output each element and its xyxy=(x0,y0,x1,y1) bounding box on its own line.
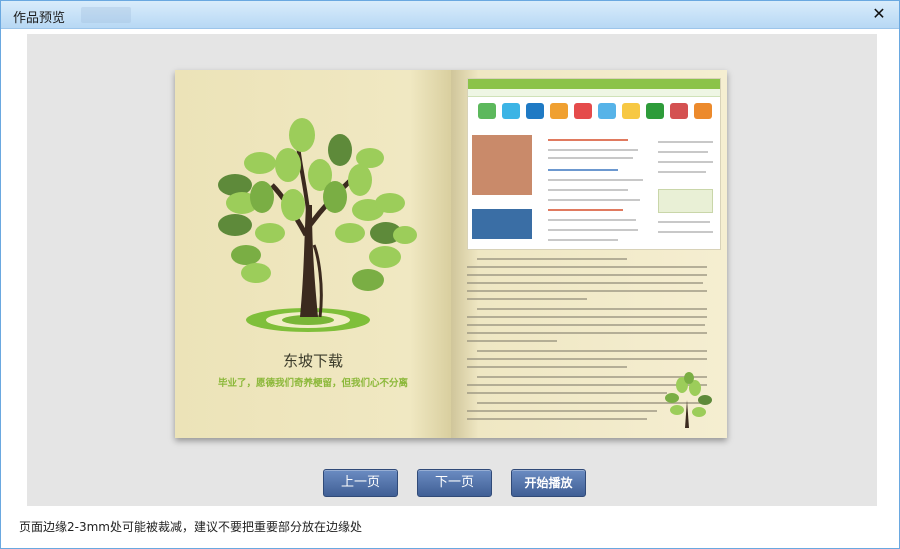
page-controls: 上一页 下一页 开始播放 xyxy=(1,469,900,499)
book-title: 东坡下载 xyxy=(282,352,343,370)
right-page[interactable] xyxy=(451,70,727,438)
book-slogan: 毕业了，愿德我们奇养梗留，但我们心不分离 xyxy=(217,378,408,389)
start-playback-button[interactable]: 开始播放 xyxy=(511,469,586,497)
tree-illustration xyxy=(218,118,417,332)
preview-dialog: 作品预览 ✕ 东坡下载 毕业了，愿德我们奇养梗留，但我们心不分离 上一页 下一页… xyxy=(0,0,900,549)
mini-tree-illustration xyxy=(665,372,712,428)
title-ghost-tab xyxy=(81,7,131,23)
trim-warning-note: 页面边缘2-3mm处可能被裁减，建议不要把重要部分放在边缘处 xyxy=(19,520,362,534)
title-bar: 作品预览 ✕ xyxy=(1,1,899,29)
next-page-button[interactable]: 下一页 xyxy=(417,469,492,497)
website-screenshot-image xyxy=(467,78,721,250)
close-icon[interactable]: ✕ xyxy=(869,4,889,24)
prev-page-button[interactable]: 上一页 xyxy=(323,469,398,497)
window-title: 作品预览 xyxy=(13,11,66,26)
left-page[interactable]: 东坡下载 毕业了，愿德我们奇养梗留，但我们心不分离 xyxy=(175,70,451,438)
book-spread: 东坡下载 毕业了，愿德我们奇养梗留，但我们心不分离 xyxy=(175,70,727,438)
preview-stage: 东坡下载 毕业了，愿德我们奇养梗留，但我们心不分离 xyxy=(27,34,877,506)
